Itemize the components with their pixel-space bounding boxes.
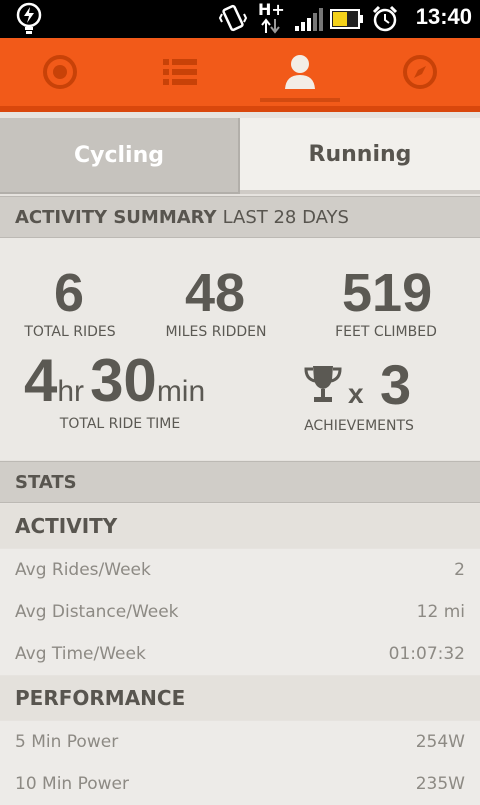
ride-hours: 4 bbox=[24, 347, 58, 414]
nav-record-button[interactable] bbox=[0, 38, 120, 106]
compass-icon bbox=[403, 55, 437, 89]
performance-group-title: PERFORMANCE bbox=[0, 676, 480, 720]
stat-value: 12 mi bbox=[416, 602, 465, 622]
lightning-notification-icon bbox=[16, 2, 42, 34]
alarm-icon bbox=[372, 5, 398, 32]
record-icon bbox=[43, 55, 77, 89]
ride-minutes-unit: min bbox=[156, 375, 206, 408]
stat-row: 5 Min Power 254W bbox=[0, 721, 480, 763]
top-navigation bbox=[0, 38, 480, 112]
ride-hours-unit: hr bbox=[57, 375, 85, 408]
achievements-value: 3 bbox=[380, 353, 412, 416]
summary-period: LAST 28 DAYS bbox=[222, 206, 349, 228]
stat-row: Avg Rides/Week 2 bbox=[0, 549, 480, 591]
stat-row: 10 Min Power 235W bbox=[0, 763, 480, 805]
total-ride-time-value: 4hr 30min bbox=[24, 346, 205, 415]
tab-cycling[interactable]: Cycling bbox=[0, 118, 240, 194]
total-rides-label: TOTAL RIDES bbox=[24, 324, 116, 340]
total-rides-value: 6 bbox=[54, 263, 85, 323]
stat-row: Avg Distance/Week 12 mi bbox=[0, 591, 480, 633]
clock: 13:40 bbox=[415, 4, 472, 29]
stat-value: 2 bbox=[454, 560, 465, 580]
total-ride-time-label: TOTAL RIDE TIME bbox=[59, 416, 181, 432]
stat-label: Avg Time/Week bbox=[15, 644, 146, 664]
stat-label: Avg Rides/Week bbox=[15, 560, 151, 580]
nav-profile-button[interactable] bbox=[240, 38, 360, 106]
tab-running[interactable]: Running bbox=[240, 118, 480, 194]
stat-row: Avg Time/Week 01:07:32 bbox=[0, 633, 480, 675]
stat-value: 254W bbox=[415, 732, 465, 752]
profile-icon bbox=[285, 55, 315, 89]
feet-climbed-value: 519 bbox=[342, 263, 433, 323]
signal-strength-icon bbox=[295, 8, 323, 31]
stat-value: 01:07:32 bbox=[388, 644, 465, 664]
status-bar: H+ 13:40 bbox=[0, 0, 480, 38]
sport-tabs: Cycling Running bbox=[0, 118, 480, 194]
summary-title: ACTIVITY SUMMARY bbox=[15, 206, 217, 228]
activity-group-title: ACTIVITY bbox=[0, 504, 480, 548]
miles-ridden-value: 48 bbox=[185, 263, 246, 323]
data-arrows-icon bbox=[261, 18, 280, 34]
ride-minutes: 30 bbox=[90, 347, 157, 414]
feet-climbed-label: FEET CLIMBED bbox=[335, 324, 437, 340]
network-type-label: H+ bbox=[258, 0, 285, 19]
vibrate-icon bbox=[218, 4, 248, 32]
nav-explore-button[interactable] bbox=[360, 38, 480, 106]
battery-icon bbox=[330, 9, 363, 29]
trophy-icon bbox=[304, 366, 342, 402]
nav-list-button[interactable] bbox=[120, 38, 240, 106]
stats-header: STATS bbox=[0, 461, 480, 503]
stat-label: 5 Min Power bbox=[15, 732, 119, 752]
active-tab-indicator bbox=[260, 98, 340, 102]
stat-value: 235W bbox=[415, 774, 465, 794]
achievements-multiplier: x bbox=[348, 378, 364, 409]
achievements-label: ACHIEVEMENTS bbox=[304, 418, 414, 434]
stat-label: 10 Min Power bbox=[15, 774, 130, 794]
activity-summary-header: ACTIVITY SUMMARY LAST 28 DAYS bbox=[0, 196, 480, 238]
list-icon bbox=[163, 59, 197, 85]
activity-summary: 6 TOTAL RIDES 48 MILES RIDDEN 519 FEET C… bbox=[0, 238, 480, 460]
miles-ridden-label: MILES RIDDEN bbox=[165, 324, 267, 340]
stat-label: Avg Distance/Week bbox=[15, 602, 179, 622]
